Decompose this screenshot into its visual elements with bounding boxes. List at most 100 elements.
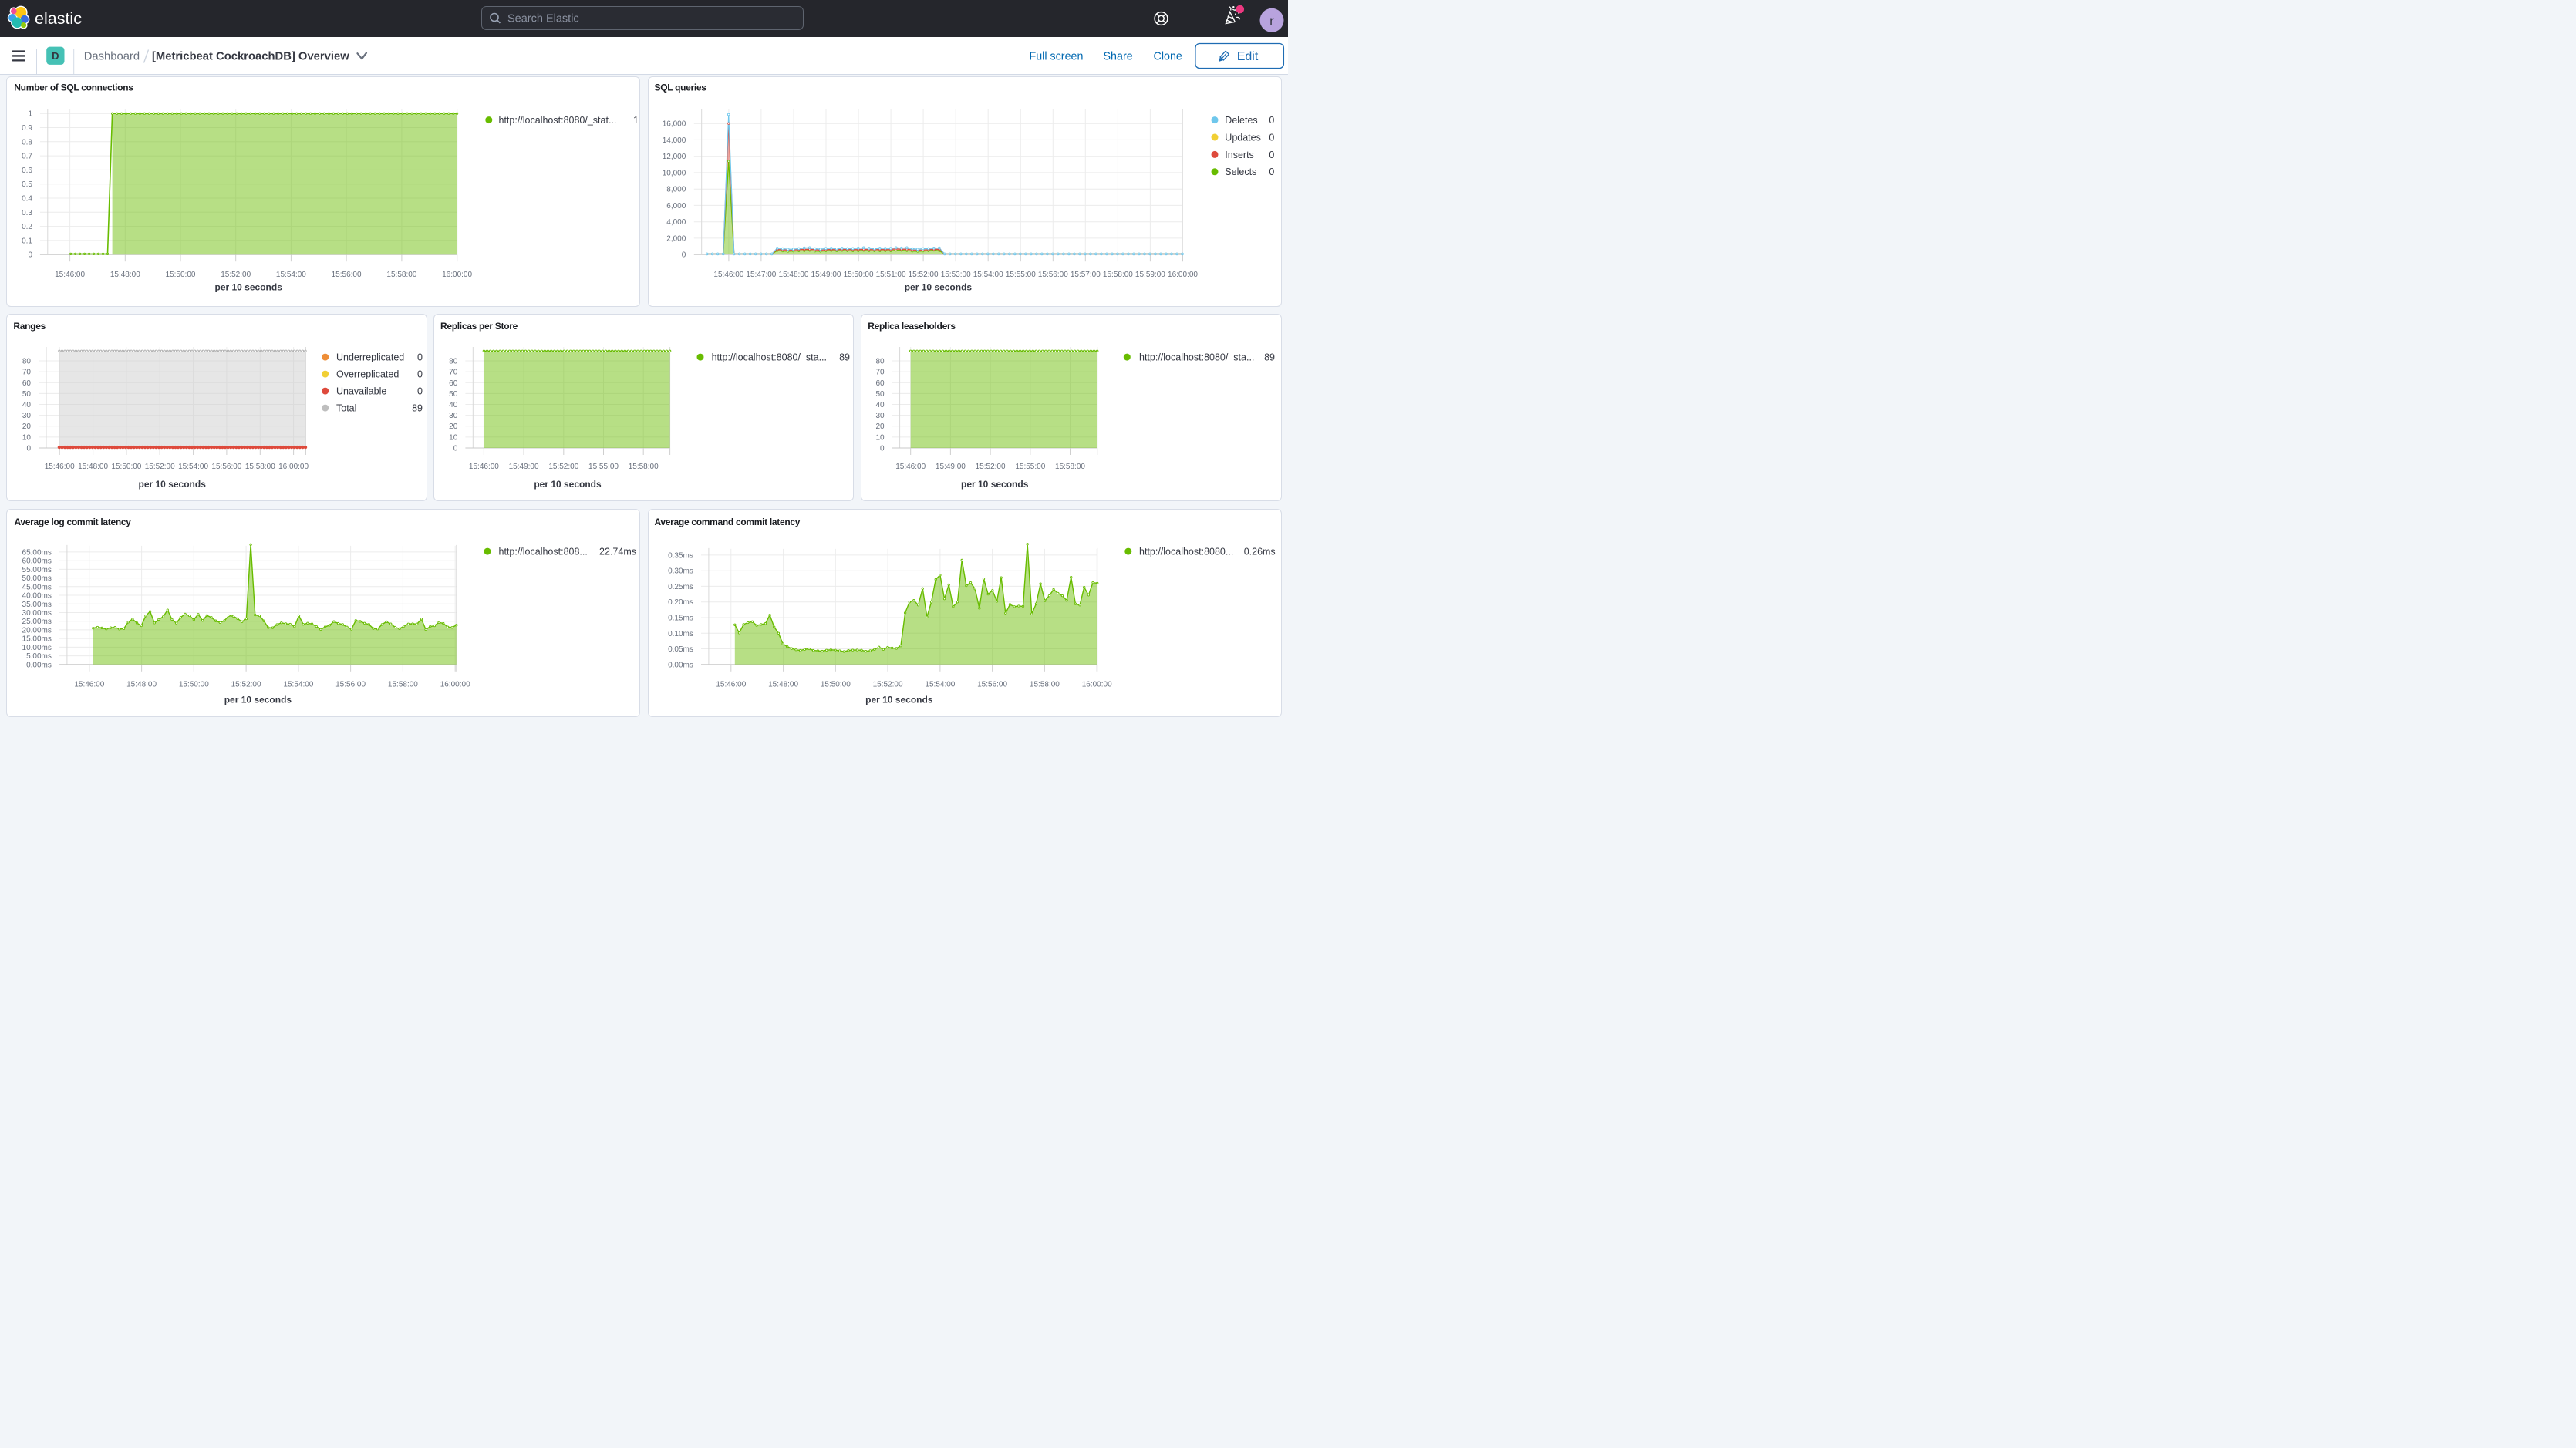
- svg-text:15:59:00: 15:59:00: [1135, 271, 1165, 279]
- svg-text:0: 0: [1269, 167, 1274, 177]
- svg-text:15:48:00: 15:48:00: [78, 463, 108, 471]
- svg-text:80: 80: [22, 358, 32, 366]
- svg-text:15:48:00: 15:48:00: [768, 681, 798, 689]
- svg-text:1: 1: [633, 115, 639, 126]
- svg-text:25.00ms: 25.00ms: [22, 618, 52, 626]
- svg-text:15:58:00: 15:58:00: [1030, 681, 1060, 689]
- svg-text:SQL queries: SQL queries: [655, 83, 707, 93]
- svg-text:15.00ms: 15.00ms: [22, 635, 52, 644]
- svg-text:0: 0: [682, 251, 686, 260]
- svg-text:30: 30: [449, 412, 458, 420]
- svg-text:0.8: 0.8: [22, 138, 32, 146]
- svg-text:0.2: 0.2: [22, 223, 32, 231]
- svg-text:Deletes: Deletes: [1225, 115, 1257, 126]
- svg-text:15:52:00: 15:52:00: [909, 271, 939, 279]
- svg-text:0: 0: [28, 251, 32, 260]
- svg-text:70: 70: [449, 369, 458, 377]
- svg-text:20: 20: [449, 423, 458, 431]
- svg-text:15:58:00: 15:58:00: [388, 681, 418, 689]
- svg-text:0: 0: [417, 352, 423, 363]
- svg-text:15:56:00: 15:56:00: [332, 271, 362, 279]
- svg-text:15:48:00: 15:48:00: [779, 271, 809, 279]
- svg-text:15:58:00: 15:58:00: [629, 463, 659, 471]
- svg-text:15:50:00: 15:50:00: [111, 463, 141, 471]
- svg-text:[Metricbeat CockroachDB] Overv: [Metricbeat CockroachDB] Overview: [152, 51, 349, 63]
- svg-text:0.3: 0.3: [22, 209, 32, 217]
- svg-text:15:58:00: 15:58:00: [1055, 463, 1085, 471]
- svg-text:0.25ms: 0.25ms: [668, 583, 693, 591]
- svg-text:15:56:00: 15:56:00: [1038, 271, 1068, 279]
- svg-text:http://localhost:8080/_stat...: http://localhost:8080/_stat...: [499, 115, 617, 126]
- svg-text:0: 0: [880, 445, 885, 453]
- svg-text:15:48:00: 15:48:00: [126, 681, 157, 689]
- svg-text:15:57:00: 15:57:00: [1071, 271, 1101, 279]
- svg-text:40: 40: [875, 401, 885, 409]
- svg-text:30.00ms: 30.00ms: [22, 609, 52, 618]
- svg-text:15:52:00: 15:52:00: [221, 271, 251, 279]
- svg-text:Search Elastic: Search Elastic: [507, 12, 579, 25]
- svg-text:Number of SQL connections: Number of SQL connections: [14, 83, 133, 93]
- svg-text:10.00ms: 10.00ms: [22, 644, 52, 652]
- svg-text:Underreplicated: Underreplicated: [336, 352, 404, 363]
- svg-text:0: 0: [1269, 115, 1274, 126]
- svg-text:http://localhost:808...: http://localhost:808...: [499, 547, 588, 557]
- svg-text:10: 10: [875, 433, 885, 442]
- svg-text:8,000: 8,000: [666, 186, 686, 194]
- svg-text:0: 0: [26, 445, 31, 453]
- svg-text:0.00ms: 0.00ms: [668, 661, 693, 669]
- svg-text:0.30ms: 0.30ms: [668, 567, 693, 576]
- svg-text:0: 0: [417, 369, 423, 380]
- svg-text:per 10 seconds: per 10 seconds: [865, 695, 933, 705]
- svg-text:Inserts: Inserts: [1225, 150, 1254, 160]
- svg-text:60: 60: [22, 379, 32, 388]
- svg-text:65.00ms: 65.00ms: [22, 548, 52, 557]
- svg-text:60: 60: [875, 379, 885, 388]
- svg-text:40.00ms: 40.00ms: [22, 592, 52, 601]
- svg-text:16:00:00: 16:00:00: [442, 271, 472, 279]
- svg-text:15:46:00: 15:46:00: [74, 681, 104, 689]
- svg-text:per 10 seconds: per 10 seconds: [224, 695, 292, 705]
- svg-text:15:49:00: 15:49:00: [811, 271, 841, 279]
- svg-text:http://localhost:8080/_sta...: http://localhost:8080/_sta...: [712, 352, 827, 363]
- svg-text:15:54:00: 15:54:00: [925, 681, 955, 689]
- svg-text:30: 30: [22, 412, 32, 420]
- svg-text:0.7: 0.7: [22, 153, 32, 161]
- svg-text:per 10 seconds: per 10 seconds: [961, 479, 1029, 490]
- svg-text:0.26ms: 0.26ms: [1244, 547, 1276, 557]
- svg-text:r: r: [1269, 14, 1274, 29]
- svg-text:Replica leaseholders: Replica leaseholders: [868, 321, 956, 332]
- svg-text:15:55:00: 15:55:00: [1015, 463, 1045, 471]
- svg-text:80: 80: [449, 358, 458, 366]
- svg-text:15:54:00: 15:54:00: [276, 271, 306, 279]
- svg-text:15:55:00: 15:55:00: [588, 463, 619, 471]
- svg-text:15:46:00: 15:46:00: [716, 681, 746, 689]
- svg-text:15:54:00: 15:54:00: [973, 271, 1003, 279]
- svg-text:per 10 seconds: per 10 seconds: [905, 282, 973, 293]
- svg-text:15:50:00: 15:50:00: [821, 681, 851, 689]
- svg-text:45.00ms: 45.00ms: [22, 583, 52, 591]
- svg-text:60.00ms: 60.00ms: [22, 557, 52, 566]
- svg-text:16:00:00: 16:00:00: [278, 463, 309, 471]
- svg-text:http://localhost:8080...: http://localhost:8080...: [1139, 547, 1233, 557]
- svg-text:15:50:00: 15:50:00: [844, 271, 874, 279]
- svg-text:15:58:00: 15:58:00: [1103, 271, 1133, 279]
- svg-text:15:56:00: 15:56:00: [977, 681, 1007, 689]
- svg-text:10,000: 10,000: [663, 169, 686, 177]
- svg-text:89: 89: [412, 403, 423, 414]
- svg-text:80: 80: [875, 358, 885, 366]
- svg-text:70: 70: [22, 369, 32, 377]
- svg-text:0.15ms: 0.15ms: [668, 615, 693, 623]
- svg-text:0: 0: [1269, 132, 1274, 143]
- svg-text:15:46:00: 15:46:00: [55, 271, 85, 279]
- svg-text:Full screen: Full screen: [1030, 51, 1084, 63]
- svg-text:per 10 seconds: per 10 seconds: [139, 479, 207, 490]
- svg-text:http://localhost:8080/_sta...: http://localhost:8080/_sta...: [1139, 352, 1254, 363]
- svg-text:15:50:00: 15:50:00: [179, 681, 209, 689]
- svg-text:0.20ms: 0.20ms: [668, 598, 693, 607]
- svg-text:14,000: 14,000: [663, 136, 686, 145]
- svg-text:0: 0: [453, 445, 458, 453]
- svg-text:35.00ms: 35.00ms: [22, 601, 52, 609]
- svg-text:0.4: 0.4: [22, 195, 32, 204]
- svg-text:15:53:00: 15:53:00: [941, 271, 971, 279]
- svg-text:15:49:00: 15:49:00: [936, 463, 966, 471]
